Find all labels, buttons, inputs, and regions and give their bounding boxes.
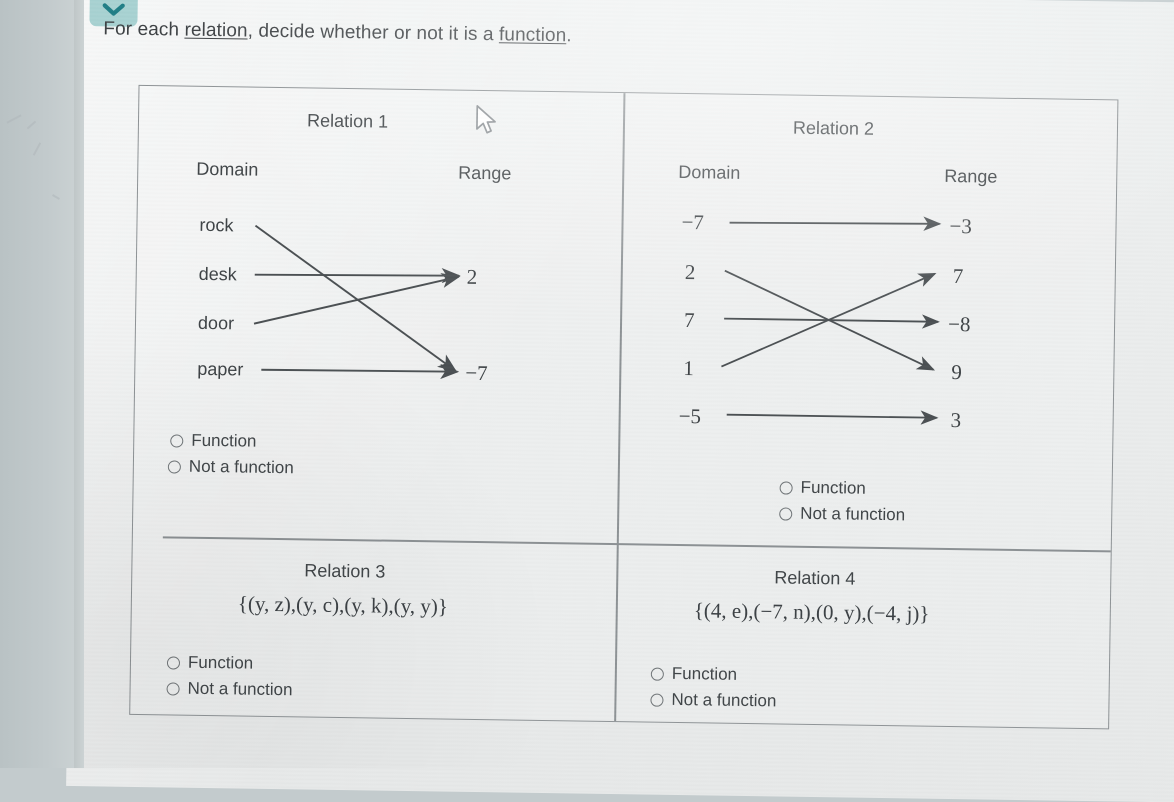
relation-4-choice-function[interactable]: Function — [651, 664, 737, 685]
relation-2-arrow-3 — [721, 271, 934, 370]
relation-1-range-label: Range — [458, 163, 511, 185]
relation-2-domain-label: Domain — [678, 162, 740, 184]
relation-2-range-item-2: −8 — [948, 312, 971, 337]
relation-1-arrow-2 — [254, 274, 459, 327]
relation-2-range-label: Range — [944, 166, 997, 188]
relation-1-choice-not-a-function[interactable]: Not a function — [168, 456, 294, 478]
relation-2-arrow-1 — [723, 271, 934, 370]
relation-1-title: Relation 1 — [307, 110, 388, 132]
relation-2-range-item-0: −3 — [949, 214, 972, 239]
relation-2-choice-function[interactable]: Function — [779, 477, 865, 498]
relation-3-radio-function[interactable] — [167, 656, 180, 669]
relation-4-set-notation: {(4, e),(−7, n),(0, y),(−4, j)} — [694, 598, 930, 626]
relation-2-domain-item-2: 7 — [684, 308, 695, 333]
relation-2-title: Relation 2 — [793, 118, 874, 140]
relation-3-label-function: Function — [188, 653, 253, 674]
relation-2-label-not-a-function: Not a function — [800, 504, 905, 526]
relation-4-radio-function[interactable] — [651, 667, 664, 680]
relation-4-title: Relation 4 — [774, 567, 855, 589]
relation-2-cell: Relation 2 Domain Range −7 2 7 1 −5 −3 7… — [619, 93, 1118, 550]
instruction-part-2: , decide whether or not it is a — [247, 21, 499, 46]
relation-4-cell: Relation 4 {(4, e),(−7, n),(0, y),(−4, j… — [616, 545, 1111, 728]
relation-2-range-item-4: 3 — [950, 408, 961, 433]
relation-1-range-item-1: −7 — [465, 361, 488, 386]
relation-2-arrow-4 — [727, 415, 937, 418]
relation-3-set-notation: {(y, z),(y, c),(y, k),(y, y)} — [238, 591, 448, 619]
relation-1-arrow-1 — [255, 273, 459, 278]
relation-1-domain-item-3: paper — [197, 359, 243, 381]
relation-3-radio-not-a-function[interactable] — [166, 682, 179, 695]
relation-1-radio-not-a-function[interactable] — [168, 460, 181, 473]
relation-1-domain-item-0: rock — [199, 215, 233, 237]
relation-3-choice-function[interactable]: Function — [167, 652, 253, 673]
relation-2-domain-item-0: −7 — [681, 210, 704, 235]
instruction-part-1: For each — [103, 18, 184, 40]
relation-3-label-not-a-function: Not a function — [187, 679, 292, 701]
relation-4-label-function: Function — [672, 664, 737, 685]
relation-2-radio-function[interactable] — [780, 481, 793, 494]
relation-1-domain-label: Domain — [196, 159, 258, 181]
relation-2-domain-item-4: −5 — [678, 404, 701, 429]
relation-1-label-function: Function — [191, 431, 256, 452]
relation-4-choice-not-a-function[interactable]: Not a function — [650, 690, 776, 712]
relation-2-arrow-0 — [730, 221, 940, 226]
relations-table: Relation 1 Domain Range rock desk door p… — [129, 85, 1118, 729]
page-content: For each relation, decide whether or not… — [66, 0, 1174, 802]
relation-1-domain-item-1: desk — [199, 264, 237, 286]
instruction-part-3: . — [566, 25, 572, 46]
relation-4-radio-not-a-function[interactable] — [650, 693, 663, 706]
relation-1-radio-function[interactable] — [170, 434, 183, 447]
photographed-screen: For each relation, decide whether or not… — [0, 0, 1174, 768]
relation-4-label-not-a-function: Not a function — [671, 690, 776, 712]
relation-2-domain-item-3: 1 — [683, 356, 694, 381]
relation-2-radio-not-a-function[interactable] — [779, 507, 792, 520]
screen-surface: For each relation, decide whether or not… — [66, 0, 1174, 802]
glossary-link-relation[interactable]: relation — [184, 20, 247, 42]
mouse-cursor-icon — [474, 104, 501, 138]
relation-2-range-item-3: 9 — [951, 360, 962, 385]
glossary-link-function[interactable]: function — [499, 24, 567, 46]
relation-2-label-function: Function — [800, 478, 865, 499]
relation-2-arrow-2 — [724, 319, 938, 322]
relation-3-cell: Relation 3 {(y, z),(y, c),(y, k),(y, y)}… — [130, 538, 617, 721]
relation-1-arrow-3 — [261, 369, 457, 373]
relation-1-arrow-0 — [253, 226, 457, 371]
relation-1-cell: Relation 1 Domain Range rock desk door p… — [133, 86, 624, 543]
monitor-bezel-left — [0, 0, 84, 768]
relation-3-title: Relation 3 — [304, 560, 385, 582]
relation-2-range-item-1: 7 — [953, 264, 964, 289]
relation-2-choice-not-a-function[interactable]: Not a function — [779, 503, 905, 525]
relation-3-choice-not-a-function[interactable]: Not a function — [166, 678, 292, 700]
relation-2-domain-item-1: 2 — [685, 260, 696, 285]
relation-1-domain-item-2: door — [198, 313, 234, 335]
instruction-text: For each relation, decide whether or not… — [103, 18, 572, 47]
relation-1-choice-function[interactable]: Function — [170, 430, 256, 451]
relation-1-label-not-a-function: Not a function — [189, 457, 294, 479]
relation-1-range-item-0: 2 — [467, 265, 478, 290]
